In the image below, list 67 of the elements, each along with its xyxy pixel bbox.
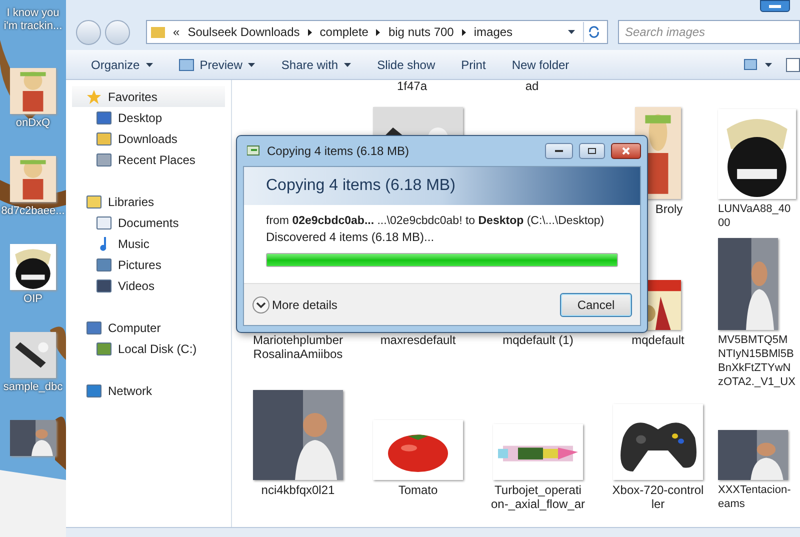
sidebar-item[interactable]: Music [72,233,225,254]
file-name: ad [525,80,539,94]
folder-icon [86,194,102,210]
toolbar-button[interactable]: Print [448,52,499,76]
minimize-button[interactable] [760,0,790,12]
chevron-icon [308,28,312,36]
sidebar-group-label: Computer [108,320,161,336]
toolbar-button[interactable]: Organize [78,52,166,76]
preview-pane-button[interactable] [786,58,800,72]
dialog-heading: Copying 4 items (6.18 MB) [266,176,456,196]
refresh-icon [588,26,600,38]
file-name: Turbojet_operati on-_axial_flow_ar [490,482,586,511]
file-name: 1f47a [396,80,428,94]
search-field[interactable]: Search images [618,20,800,44]
chevron-icon [376,28,380,36]
toolbar-button[interactable]: Share with [268,52,364,76]
file-name: Tomato [398,482,438,497]
sidebar-item[interactable]: Videos [72,275,225,296]
file-name: Xbox-720-control ler [612,482,704,511]
maximize-button[interactable] [579,143,605,159]
close-icon [622,147,630,155]
toolbar-button[interactable]: Preview [166,52,268,76]
file-name: LUNVaA88_40 00 [718,202,791,230]
file-name: mqdefault (1) [502,332,574,347]
sidebar-item[interactable]: Local Disk (C:) [72,338,225,359]
caret-icon [765,62,772,66]
folder-icon [96,130,112,146]
close-button[interactable] [611,143,641,159]
sidebar-item[interactable]: Pictures [72,254,225,275]
cancel-button[interactable]: Cancel [560,292,632,316]
file-name: mqdefault [632,332,684,347]
caret-icon [568,30,575,34]
more-details-button[interactable]: More details [252,296,338,314]
breadcrumb[interactable]: big nuts 700 [388,23,454,41]
breadcrumb[interactable]: Soulseek Downloads [188,23,300,41]
breadcrumb[interactable]: complete [320,23,368,41]
address-bar[interactable]: « Soulseek Downloads complete big nuts 700 images [146,20,608,44]
address-overflow[interactable]: « [173,23,180,41]
sidebar-group[interactable]: Network [72,380,225,401]
file-name: maxresdefault [380,332,456,347]
sidebar-item[interactable]: Downloads [72,128,225,149]
file-name: nci4kbfqx0l21 [261,482,335,497]
minimize-button[interactable] [545,143,573,159]
chevron-icon [462,28,466,36]
chevron-down-icon [252,296,270,314]
sidebar-group-label: Network [108,382,152,400]
sidebar-group[interactable]: Libraries [72,191,225,212]
toolbar-button[interactable]: Slide show [364,52,448,76]
sidebar-group[interactable]: Computer [72,317,225,338]
toolbar-button[interactable]: New folder [498,52,582,76]
sidebar-item[interactable]: Documents [72,212,225,233]
status-text: Discovered 4 items (6.18 MB)... [266,229,436,245]
sidebar-item[interactable]: Recent Places [72,149,225,170]
sidebar-group[interactable]: Favorites [72,86,225,107]
file-name: XXXTentacion- eams [718,482,791,511]
file-name: Broly [654,202,683,216]
copy-source-text: from 02e9cbdc0ab... ...\02e9cbdc0ab! to Desktop (C:\...\Desktop) [266,214,606,229]
sidebar-group-label: Libraries [108,194,154,210]
sidebar-item[interactable]: Desktop [72,107,225,128]
copy-icon [247,145,261,157]
star-icon [86,88,102,104]
file-name: Mariotehplumber RosalinaAmiibos [252,332,344,361]
file-name: MV5BMTQ5M NTIyN15BMl5B BnXkFtZTYwN zOTA2._V1_UX [718,332,796,389]
folder-icon [151,26,165,38]
breadcrumb[interactable]: images [474,23,513,41]
dialog-title: Copying 4 items (6.18 MB) [267,143,410,160]
sidebar-group-label: Favorites [108,88,158,106]
